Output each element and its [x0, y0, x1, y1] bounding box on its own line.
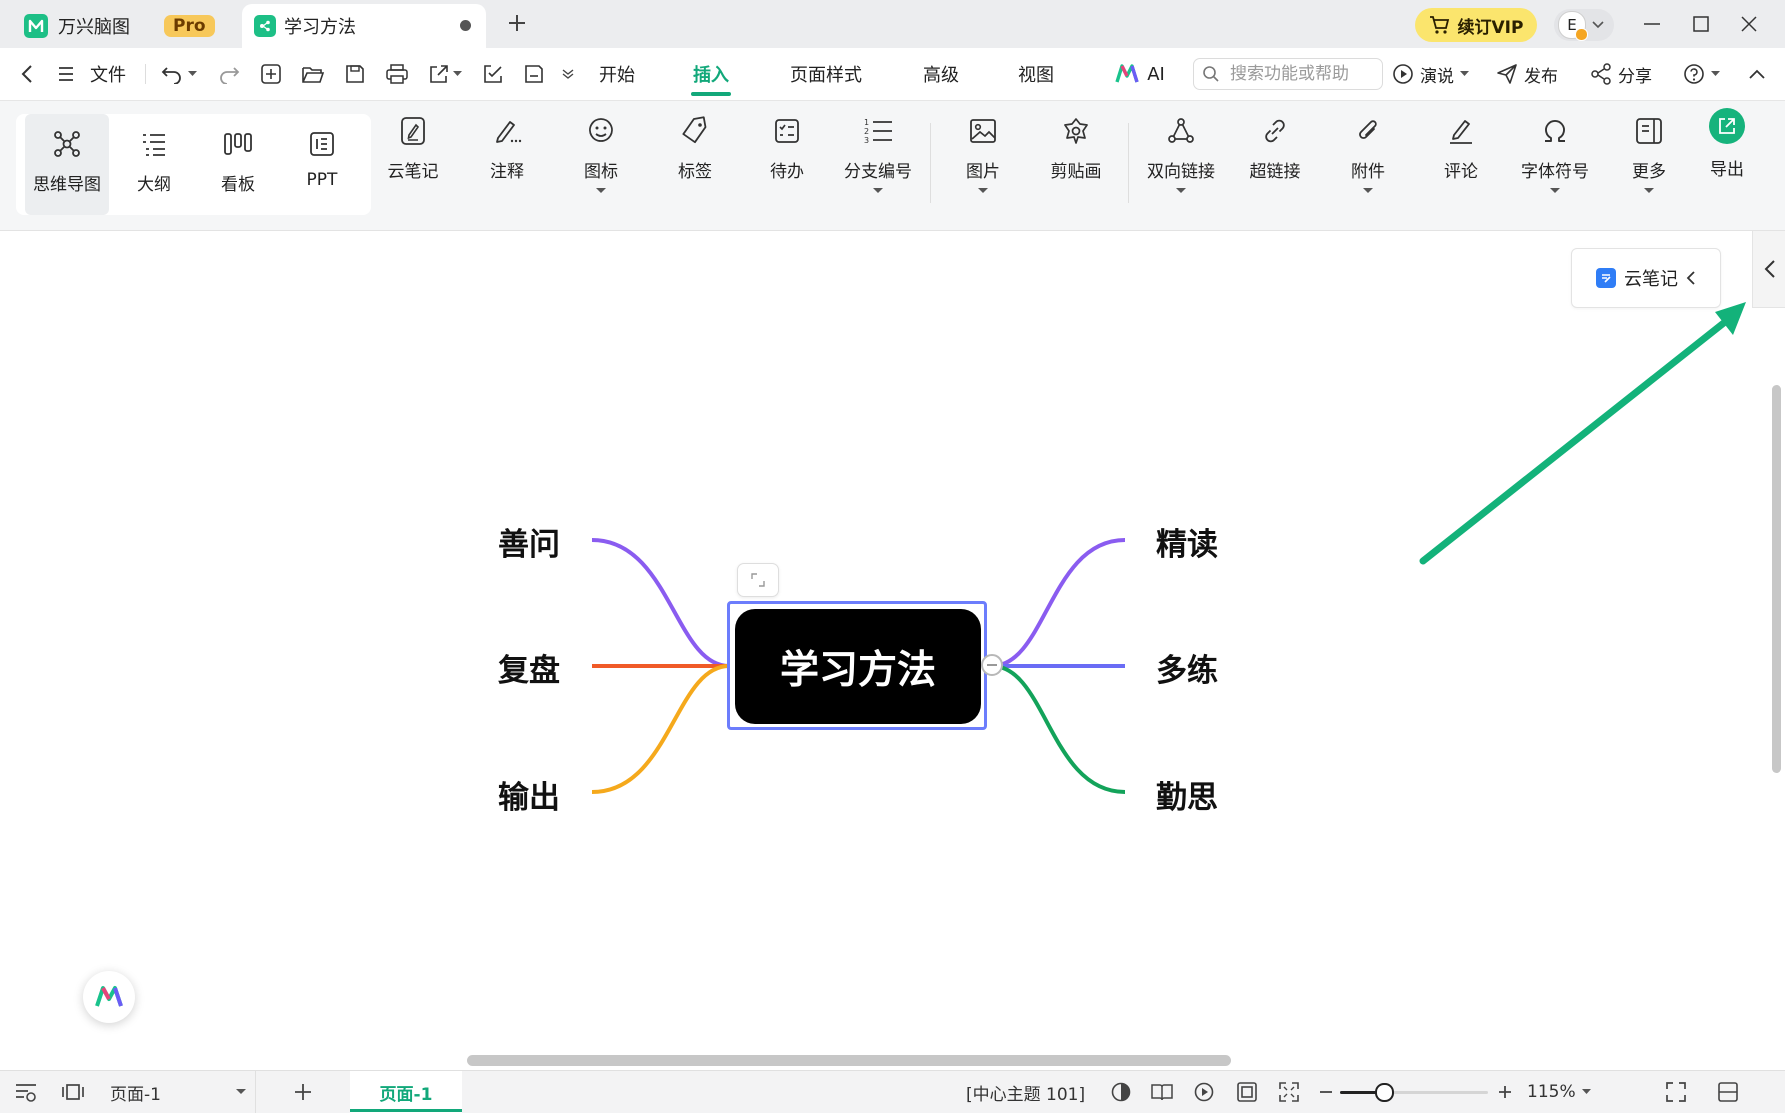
- fullscreen-icon[interactable]: [1665, 1071, 1687, 1113]
- fit-page-icon[interactable]: [1236, 1071, 1258, 1113]
- horizontal-scrollbar[interactable]: [467, 1055, 1231, 1066]
- topic-left-1[interactable]: 善问: [498, 519, 560, 564]
- zoom-slider[interactable]: [1340, 1071, 1488, 1113]
- zoom-level-value: 115%: [1527, 1082, 1576, 1102]
- topic-right-2[interactable]: 多练: [1156, 645, 1218, 690]
- cloud-note-app-icon: [1596, 268, 1616, 288]
- zoom-out-button[interactable]: [1318, 1071, 1334, 1113]
- chevron-left-icon: [1764, 260, 1775, 278]
- zoom-slider-knob[interactable]: [1375, 1082, 1395, 1102]
- cloud-note-panel-button[interactable]: 云笔记: [1571, 248, 1721, 308]
- ai-logo-icon: [95, 986, 123, 1007]
- status-bar: 页面-1 页面-1 [中心主题 101] 115%: [0, 1070, 1785, 1113]
- resize-handle-icon[interactable]: [737, 563, 779, 597]
- zoom-in-button[interactable]: [1497, 1071, 1513, 1113]
- fit-width-icon[interactable]: [1278, 1071, 1300, 1113]
- ai-assistant-button[interactable]: [83, 971, 135, 1023]
- annotation-arrow-line: [1419, 314, 1734, 565]
- branch-line-right-3: [991, 664, 1126, 794]
- branch-line-right-1: [991, 538, 1126, 668]
- page-tab[interactable]: 页面-1: [350, 1071, 462, 1113]
- chevron-down-icon: [236, 1089, 246, 1094]
- page-select-value: 页面-1: [110, 1084, 161, 1105]
- chevron-down-icon: [1581, 1089, 1591, 1094]
- central-topic[interactable]: 学习方法: [735, 609, 981, 724]
- branch-connectors: [591, 302, 1746, 794]
- reading-mode-icon[interactable]: [1150, 1071, 1174, 1113]
- branch-line-left-1: [591, 538, 730, 668]
- chevron-left-icon: [1686, 271, 1695, 285]
- topic-left-2[interactable]: 复盘: [498, 645, 560, 690]
- page-list-icon[interactable]: [14, 1071, 38, 1113]
- cloud-note-panel-label: 云笔记: [1624, 269, 1678, 290]
- slideshow-play-icon[interactable]: [1193, 1071, 1215, 1113]
- zoom-level[interactable]: 115%: [1527, 1071, 1591, 1113]
- collapse-panel-icon[interactable]: [1717, 1071, 1739, 1113]
- selection-info: [中心主题 101]: [966, 1084, 1086, 1105]
- vertical-scrollbar[interactable]: [1772, 385, 1781, 773]
- topic-right-3[interactable]: 勤思: [1156, 772, 1218, 817]
- theme-toggle-icon[interactable]: [1110, 1071, 1132, 1113]
- side-panel-toggle[interactable]: [1752, 231, 1785, 308]
- topic-left-3[interactable]: 输出: [498, 772, 560, 817]
- collapse-branch-icon[interactable]: [981, 654, 1003, 676]
- branch-line-left-3: [591, 664, 730, 794]
- page-view-icon[interactable]: [61, 1071, 85, 1113]
- page-select[interactable]: 页面-1: [110, 1071, 256, 1113]
- zoom-slider-track: [1340, 1082, 1488, 1102]
- add-page-button[interactable]: [292, 1071, 314, 1113]
- topic-right-1[interactable]: 精读: [1156, 519, 1218, 564]
